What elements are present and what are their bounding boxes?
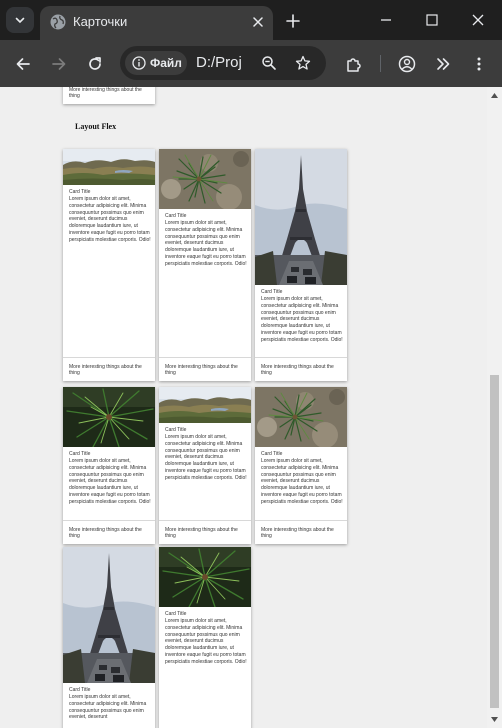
card-footer: More interesting things about the thing [63, 87, 155, 104]
card-title: Card Title [69, 451, 91, 457]
triangle-up-icon [491, 93, 498, 98]
reload-icon [89, 57, 101, 70]
card: Card Title Lorem ipsum dolor sit amet, c… [159, 547, 251, 728]
card: Card Title Lorem ipsum dolor sit amet, c… [159, 149, 251, 381]
card: Card Title Lorem ipsum dolor sit amet, c… [255, 149, 347, 381]
card-image [159, 149, 251, 209]
card-title: Card Title [165, 611, 187, 617]
star-icon [295, 55, 311, 70]
card-title: Card Title [261, 451, 283, 457]
zoom-button[interactable] [258, 52, 280, 74]
card-footer: More interesting things about the thing [159, 520, 251, 544]
card-footer-text: More interesting things about the thing [69, 87, 142, 99]
info-icon [132, 56, 146, 70]
back-button[interactable] [10, 51, 36, 77]
card-footer: More interesting things about the thing [255, 520, 347, 544]
tab-close-button[interactable] [248, 12, 268, 32]
card-title: Card Title [165, 213, 187, 219]
triangle-down-icon [491, 717, 498, 722]
card-image [159, 387, 251, 423]
url-text[interactable]: D:/Proj [196, 54, 242, 72]
card-image [255, 149, 347, 285]
card-image [159, 547, 251, 607]
card-text: Lorem ipsum dolor sit amet, consectetur … [165, 434, 247, 481]
toolbar-separator [380, 55, 381, 72]
card-footer-text: More interesting things about the thing [165, 364, 238, 376]
card-title: Card Title [261, 289, 283, 295]
site-chip-label: Файл [150, 56, 182, 70]
card: Card Title Lorem ipsum dolor sit amet, c… [255, 387, 347, 544]
card: Card Title Lorem ipsum dolor sit amet, c… [63, 547, 155, 728]
tab-title: Карточки [73, 14, 128, 29]
new-tab-button[interactable] [282, 10, 304, 32]
scrollbar-thumb[interactable] [490, 375, 499, 708]
maximize-button[interactable] [420, 8, 444, 32]
card-title: Card Title [69, 687, 91, 693]
card-text: Lorem ipsum dolor sit amet, consectetur … [165, 618, 247, 665]
card-title: Card Title [69, 189, 91, 195]
card-footer-text: More interesting things about the thing [261, 364, 334, 376]
card-text: Lorem ipsum dolor sit amet, consectetur … [69, 458, 151, 505]
card-footer: More interesting things about the thing [63, 357, 155, 381]
profile-button[interactable] [394, 51, 420, 77]
card-text: Lorem ipsum dolor sit amet, consectetur … [261, 296, 343, 343]
more-tools-button[interactable] [430, 51, 456, 77]
close-window-button[interactable] [466, 8, 490, 32]
arrow-right-icon [52, 58, 66, 70]
chevron-double-right-icon [437, 58, 450, 70]
close-icon [253, 17, 263, 27]
card-footer: More interesting things about the thing [63, 520, 155, 544]
maximize-icon [426, 14, 438, 26]
arrow-left-icon [16, 58, 30, 70]
minimize-button[interactable] [374, 8, 398, 32]
address-bar[interactable]: Файл D:/Proj [120, 46, 326, 80]
card-image [255, 387, 347, 447]
card-image [63, 149, 155, 185]
card-text: Lorem ipsum dolor sit amet, consectetur … [69, 196, 151, 243]
tab-search-button[interactable] [6, 7, 34, 33]
card-title: Card Title [165, 427, 187, 433]
card-text: Lorem ipsum dolor sit amet, consectetur … [261, 458, 343, 505]
card-footer-text: More interesting things about the thing [165, 527, 238, 539]
close-icon [472, 14, 484, 26]
more-vertical-icon [477, 57, 481, 71]
scroll-down-button[interactable] [487, 711, 502, 728]
card-footer: More interesting things about the thing [255, 357, 347, 381]
extensions-button[interactable] [340, 51, 366, 77]
tab-strip: Карточки [0, 0, 502, 40]
page-viewport: More interesting things about the thing … [0, 87, 487, 728]
bookmark-button[interactable] [292, 52, 314, 74]
reload-button[interactable] [82, 51, 108, 77]
card-footer-text: More interesting things about the thing [69, 527, 142, 539]
card-footer: More interesting things about the thing [159, 357, 251, 381]
card-image [63, 387, 155, 447]
zoom-out-icon [262, 56, 276, 70]
minimize-icon [381, 19, 391, 21]
card: Card Title Lorem ipsum dolor sit amet, c… [63, 149, 155, 381]
card-footer-text: More interesting things about the thing [69, 364, 142, 376]
globe-icon [50, 14, 66, 30]
section-heading: Layout Flex [75, 122, 117, 131]
card-image [63, 547, 155, 683]
site-info-chip[interactable]: Файл [125, 51, 187, 75]
puzzle-icon [346, 57, 361, 72]
chevron-down-icon [15, 17, 25, 24]
browser-toolbar: Файл D:/Proj [0, 40, 502, 87]
card-text: Lorem ipsum dolor sit amet, consectetur … [165, 220, 247, 267]
menu-button[interactable] [466, 51, 492, 77]
profile-icon [398, 55, 416, 73]
card-partial-top: More interesting things about the thing [63, 87, 155, 104]
card-footer-text: More interesting things about the thing [261, 527, 334, 539]
card: Card Title Lorem ipsum dolor sit amet, c… [63, 387, 155, 544]
card: Card Title Lorem ipsum dolor sit amet, c… [159, 387, 251, 544]
card-text: Lorem ipsum dolor sit amet, consectetur … [69, 694, 147, 721]
active-tab[interactable]: Карточки [40, 6, 273, 40]
forward-button[interactable] [46, 51, 72, 77]
scroll-up-button[interactable] [487, 87, 502, 104]
vertical-scrollbar[interactable] [487, 87, 502, 728]
plus-icon [286, 14, 300, 28]
